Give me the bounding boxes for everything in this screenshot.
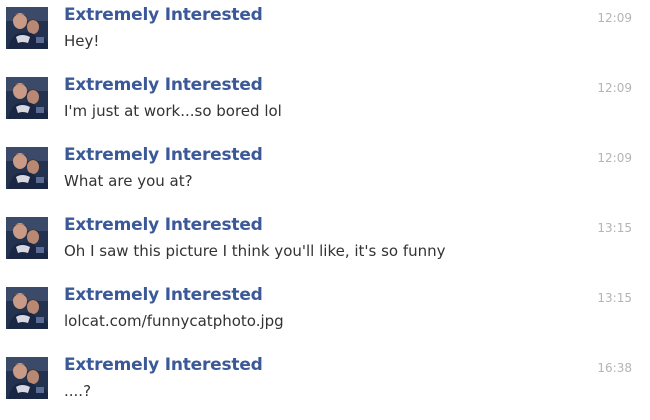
user-avatar-icon[interactable] <box>6 357 48 399</box>
user-avatar-icon[interactable] <box>6 77 48 119</box>
message-item: Extremely Interested What are you at? 12… <box>0 140 650 210</box>
sender-name[interactable]: Extremely Interested <box>64 145 263 165</box>
message-timestamp: 12:09 <box>597 11 632 25</box>
message-item: Extremely Interested ....? 16:38 <box>0 350 650 420</box>
message-timestamp: 12:09 <box>597 81 632 95</box>
user-avatar-icon[interactable] <box>6 7 48 49</box>
sender-name[interactable]: Extremely Interested <box>64 355 263 375</box>
message-text: ....? <box>64 382 92 400</box>
message-item: Extremely Interested Hey! 12:09 <box>0 0 650 70</box>
sender-name[interactable]: Extremely Interested <box>64 215 263 235</box>
message-timestamp: 12:09 <box>597 151 632 165</box>
message-thread: Extremely Interested Hey! 12:09 Extremel… <box>0 0 650 414</box>
user-avatar-icon[interactable] <box>6 217 48 259</box>
user-avatar-icon[interactable] <box>6 147 48 189</box>
message-text: Hey! <box>64 32 100 50</box>
message-text: I'm just at work...so bored lol <box>64 102 282 120</box>
message-item: Extremely Interested Oh I saw this pictu… <box>0 210 650 280</box>
message-item: Extremely Interested lolcat.com/funnycat… <box>0 280 650 350</box>
message-text: What are you at? <box>64 172 193 190</box>
sender-name[interactable]: Extremely Interested <box>64 75 263 95</box>
message-timestamp: 16:38 <box>597 361 632 375</box>
message-link[interactable]: lolcat.com/funnycatphoto.jpg <box>64 312 284 330</box>
message-item: Extremely Interested I'm just at work...… <box>0 70 650 140</box>
sender-name[interactable]: Extremely Interested <box>64 285 263 305</box>
message-timestamp: 13:15 <box>597 221 632 235</box>
message-text: Oh I saw this picture I think you'll lik… <box>64 242 446 260</box>
user-avatar-icon[interactable] <box>6 287 48 329</box>
message-timestamp: 13:15 <box>597 291 632 305</box>
sender-name[interactable]: Extremely Interested <box>64 5 263 25</box>
